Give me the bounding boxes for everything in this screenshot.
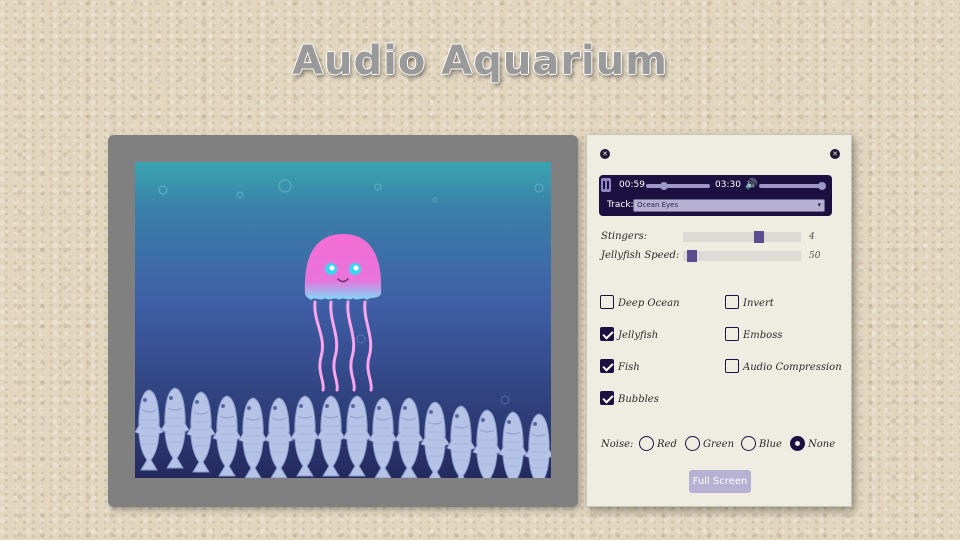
duration: 03:30 — [715, 180, 741, 190]
chevron-down-icon: ▾ — [817, 201, 821, 209]
slider-thumb[interactable] — [687, 250, 697, 262]
slider-value: 50 — [809, 251, 821, 261]
noise-radio-label: Red — [657, 439, 677, 450]
option-emboss[interactable]: Emboss — [725, 327, 845, 343]
slider-label: Stingers: — [601, 231, 648, 242]
noise-radio-red[interactable] — [639, 436, 654, 451]
checkbox-label: Fish — [618, 362, 640, 373]
close-icon[interactable]: ✕ — [830, 149, 840, 159]
aquarium-frame — [108, 135, 578, 507]
checkbox-label: Emboss — [743, 330, 783, 341]
checkbox-label: Bubbles — [618, 394, 659, 405]
speaker-icon[interactable]: 🔊 — [745, 179, 757, 190]
aquarium-canvas — [135, 162, 551, 478]
checkbox-label: Deep Ocean — [618, 298, 680, 309]
checkbox-label: Audio Compression — [743, 362, 842, 373]
checkbox[interactable] — [725, 327, 739, 341]
slider-value: 4 — [809, 232, 815, 242]
checkbox[interactable] — [600, 359, 614, 373]
noise-radio-label: Blue — [759, 439, 782, 450]
noise-radio-none[interactable] — [790, 436, 805, 451]
noise-label: Noise: — [601, 439, 634, 450]
audio-player: 00:59 03:30 🔊 Track: Ocean Eyes ▾ — [599, 175, 832, 216]
option-fish[interactable]: Fish — [600, 359, 720, 375]
aquarium-scene — [135, 162, 551, 478]
checkbox[interactable] — [600, 327, 614, 341]
checkbox[interactable] — [600, 295, 614, 309]
checkbox-label: Jellyfish — [618, 330, 659, 341]
current-time: 00:59 — [619, 180, 645, 190]
slider-thumb[interactable] — [754, 231, 764, 243]
option-jellyfish[interactable]: Jellyfish — [600, 327, 720, 343]
option-invert[interactable]: Invert — [725, 295, 845, 311]
track-selected: Ocean Eyes — [637, 201, 679, 209]
slider-label: Jellyfish Speed: — [601, 250, 680, 261]
volume-knob[interactable] — [817, 182, 826, 190]
app-title: Audio Aquarium — [292, 38, 668, 84]
noise-group: Noise: Red Green Blue None — [601, 436, 841, 454]
checkbox[interactable] — [725, 295, 739, 309]
volume-bar[interactable] — [759, 182, 826, 190]
checkbox-label: Invert — [743, 298, 774, 309]
checkbox[interactable] — [725, 359, 739, 373]
slider-track[interactable] — [683, 231, 801, 243]
seek-bar[interactable] — [646, 182, 710, 190]
track-label: Track: — [607, 200, 634, 210]
option-bubbles[interactable]: Bubbles — [600, 391, 720, 407]
seek-knob[interactable] — [659, 182, 668, 190]
noise-radio-label: None — [808, 439, 836, 450]
noise-radio-green[interactable] — [685, 436, 700, 451]
close-icon[interactable]: ✕ — [600, 149, 610, 159]
option-deep-ocean[interactable]: Deep Ocean — [600, 295, 720, 311]
option-audio-compression[interactable]: Audio Compression — [725, 359, 845, 375]
fullscreen-button[interactable]: Full Screen — [689, 470, 751, 493]
noise-radio-label: Green — [703, 439, 735, 450]
slider-track[interactable] — [683, 250, 801, 262]
pause-icon[interactable] — [601, 178, 611, 192]
track-select[interactable]: Ocean Eyes ▾ — [633, 199, 825, 212]
control-panel: ✕ ✕ 00:59 03:30 🔊 Track: Ocean Eyes ▾ St… — [586, 134, 852, 507]
checkbox[interactable] — [600, 391, 614, 405]
noise-radio-blue[interactable] — [741, 436, 756, 451]
